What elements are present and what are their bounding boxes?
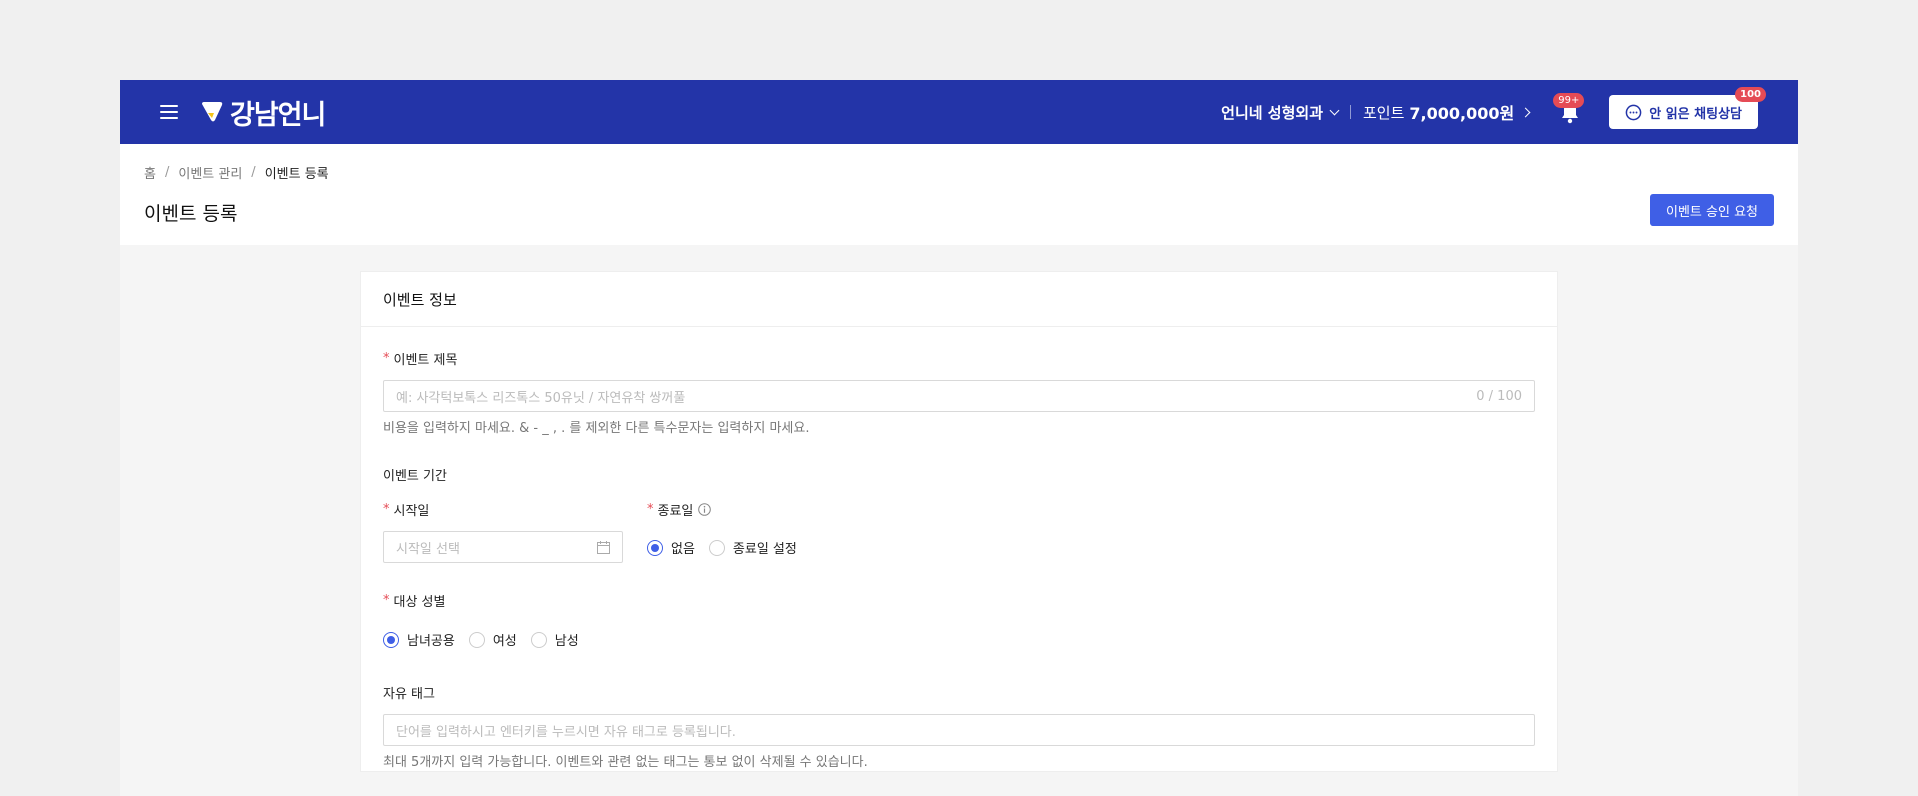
app: 강남언니 언니네 성형외과 포인트 7,000,000원 99+ 안 읽은 채팅… [120, 80, 1798, 796]
gender-options: 남녀공용 여성 남성 [383, 630, 1535, 649]
gender-unisex-radio[interactable]: 남녀공용 [383, 630, 455, 649]
start-date-placeholder: 시작일 선택 [396, 541, 460, 557]
free-tags-input[interactable]: 단어를 입력하시고 엔터키를 누르시면 자유 태그로 등록됩니다. [383, 714, 1535, 746]
breadcrumb-separator: / [251, 165, 256, 180]
end-date-group: * 종료일 없음 종료일 설정 [647, 500, 811, 563]
required-mark: * [383, 502, 390, 517]
notification-button[interactable]: 99+ [1553, 93, 1585, 124]
radio-indicator [383, 631, 399, 648]
points-link[interactable]: 포인트 7,000,000원 [1363, 100, 1531, 124]
logo-text: 강남언니 [230, 99, 326, 131]
top-navigation-bar: 강남언니 언니네 성형외과 포인트 7,000,000원 99+ 안 읽은 채팅… [120, 80, 1798, 144]
breadcrumb-event-management[interactable]: 이벤트 관리 [178, 163, 242, 182]
required-mark: * [647, 502, 654, 517]
required-mark: * [383, 593, 390, 608]
breadcrumb-separator: / [164, 165, 170, 180]
chat-button-label: 안 읽은 채팅상담 [1649, 106, 1742, 122]
character-counter: 0 / 100 [1476, 388, 1522, 404]
free-tags-label: 자유 태그 [383, 687, 435, 702]
gender-male-radio[interactable]: 남성 [530, 630, 579, 649]
start-date-label-text: 시작일 [393, 504, 430, 519]
points-label: 포인트 [1363, 103, 1405, 122]
radio-label: 남성 [554, 634, 579, 649]
page-title: 이벤트 등록 [144, 203, 238, 225]
gender-label-text: 대상 성별 [393, 595, 446, 610]
divider [1350, 105, 1351, 119]
free-tags-placeholder: 단어를 입력하시고 엔터키를 누르시면 자유 태그로 등록됩니다. [396, 724, 736, 740]
radio-label: 없음 [671, 542, 695, 557]
breadcrumb-home[interactable]: 홈 [144, 163, 156, 182]
event-info-card: 이벤트 정보 * 이벤트 제목 예: 사각턱보톡스 리즈톡스 50유닛 / 자연… [360, 271, 1558, 772]
period-fields: * 시작일 시작일 선택 * 종료일 없음 종료일 설정 [383, 500, 1535, 563]
radio-indicator [530, 631, 547, 648]
radio-label: 남녀공용 [407, 634, 455, 649]
end-date-none-radio[interactable]: 없음 [647, 538, 695, 557]
event-title-help: 비용을 입력하지 마세요. & - _ , . 를 제외한 다른 특수문자는 입… [383, 421, 810, 436]
event-title-placeholder: 예: 사각턱보톡스 리즈톡스 50유닛 / 자연유착 쌍꺼풀 [396, 390, 686, 406]
calendar-icon [597, 540, 610, 554]
breadcrumb: 홈 / 이벤트 관리 / 이벤트 등록 [144, 144, 1774, 182]
notification-badge: 99+ [1553, 93, 1585, 108]
request-approval-button[interactable]: 이벤트 승인 요청 [1650, 194, 1774, 226]
top-right-group: 언니네 성형외과 포인트 7,000,000원 99+ 안 읽은 채팅상담 10… [1221, 87, 1766, 129]
unread-chat-button[interactable]: 안 읽은 채팅상담 100 [1609, 87, 1766, 129]
radio-label: 여성 [492, 634, 517, 649]
end-date-label: * 종료일 [647, 500, 811, 519]
end-date-set-radio[interactable]: 종료일 설정 [708, 538, 797, 557]
end-date-options: 없음 종료일 설정 [647, 538, 811, 557]
chat-badge: 100 [1735, 87, 1766, 102]
logo[interactable]: 강남언니 [200, 93, 326, 132]
radio-label: 종료일 설정 [732, 542, 797, 557]
card-body: * 이벤트 제목 예: 사각턱보톡스 리즈톡스 50유닛 / 자연유착 쌍꺼풀 … [361, 327, 1557, 770]
event-title-label-text: 이벤트 제목 [393, 353, 458, 368]
clinic-name: 언니네 성형외과 [1221, 103, 1323, 122]
page-header: 홈 / 이벤트 관리 / 이벤트 등록 이벤트 등록 이벤트 승인 요청 [120, 144, 1798, 245]
required-mark: * [383, 351, 390, 366]
event-title-label: * 이벤트 제목 [383, 349, 1535, 368]
card-title: 이벤트 정보 [361, 272, 1557, 327]
breadcrumb-current: 이벤트 등록 [264, 167, 329, 182]
event-period-label: 이벤트 기간 [383, 469, 447, 484]
radio-indicator [468, 631, 485, 648]
radio-indicator [708, 539, 725, 556]
end-date-label-text: 종료일 [657, 504, 694, 519]
chevron-down-icon [1329, 105, 1340, 115]
points-value: 7,000,000원 [1409, 104, 1515, 123]
gender-female-radio[interactable]: 여성 [468, 630, 517, 649]
start-date-group: * 시작일 시작일 선택 [383, 500, 623, 563]
radio-indicator [647, 539, 663, 556]
start-date-picker[interactable]: 시작일 선택 [383, 531, 623, 563]
menu-icon[interactable] [160, 105, 178, 119]
info-icon[interactable] [698, 503, 712, 516]
clinic-selector[interactable]: 언니네 성형외과 [1221, 102, 1340, 123]
chevron-right-icon [1520, 107, 1531, 117]
gender-label: * 대상 성별 [383, 591, 1535, 610]
event-title-input[interactable]: 예: 사각턱보톡스 리즈톡스 50유닛 / 자연유착 쌍꺼풀 0 / 100 [383, 380, 1535, 412]
start-date-label: * 시작일 [383, 500, 623, 519]
free-tags-help: 최대 5개까지 입력 가능합니다. 이벤트와 관련 없는 태그는 통보 없이 삭… [383, 755, 868, 770]
logo-icon [202, 102, 223, 122]
chat-icon [1625, 104, 1642, 120]
